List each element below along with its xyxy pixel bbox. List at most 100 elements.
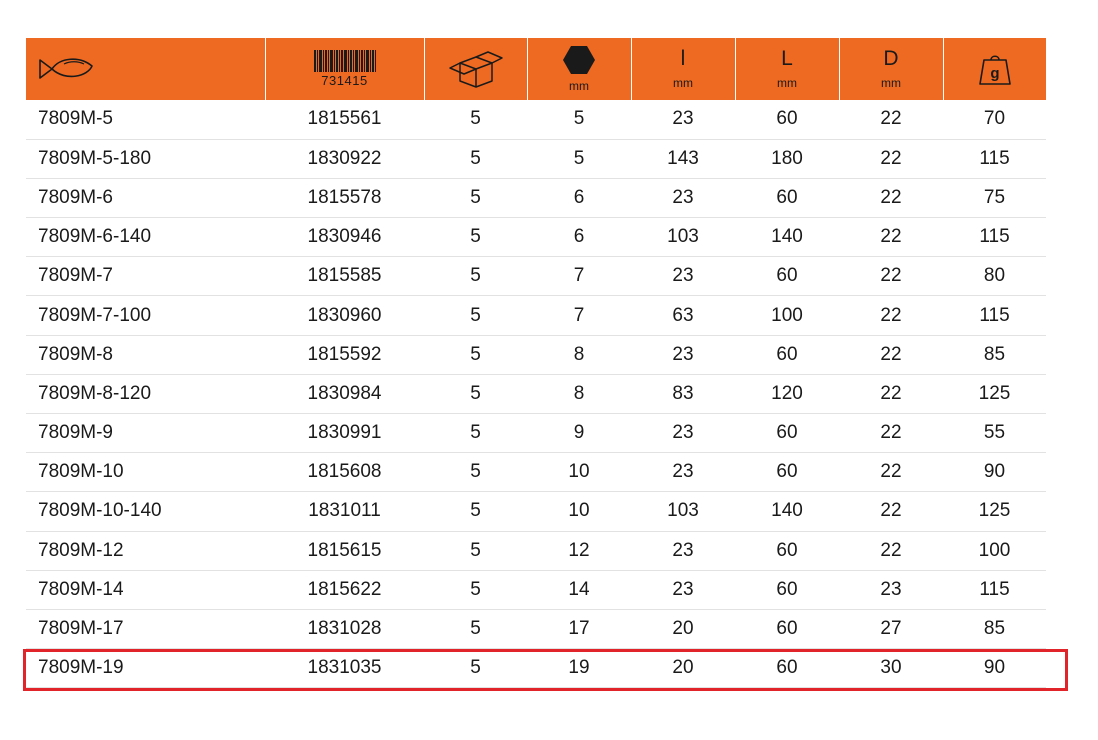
cell-pack-qty: 5 <box>424 413 527 454</box>
table-row[interactable]: 7809M-8-120 1830984 5 8 83 120 22 125 <box>26 374 1046 415</box>
cell-article-no: 7809M-5-180 <box>26 139 265 179</box>
fish-icon <box>39 58 93 79</box>
cell-hex-size: 10 <box>527 491 631 532</box>
cell-length-l: 143 <box>631 139 735 179</box>
table-row[interactable]: 7809M-5-180 1830922 5 5 143 180 22 115 <box>26 139 1046 179</box>
header-hex-size: mm <box>526 38 631 100</box>
unit-D: mm <box>881 76 901 90</box>
table-row[interactable]: 7809M-10 1815608 5 10 23 60 22 90 <box>26 452 1046 493</box>
cell-length-l: 83 <box>631 374 735 415</box>
cell-pack-qty: 5 <box>424 139 527 179</box>
cell-length-l: 23 <box>631 178 735 219</box>
cell-diameter-D: 22 <box>839 452 943 493</box>
cell-diameter-D: 30 <box>839 648 943 689</box>
cell-weight: 100 <box>943 531 1046 571</box>
cell-weight: 115 <box>943 217 1046 258</box>
cell-diameter-D: 27 <box>839 609 943 650</box>
cell-length-L: 60 <box>735 648 839 689</box>
cell-weight: 75 <box>943 178 1046 219</box>
header-ean: 731415 <box>264 38 424 100</box>
cell-diameter-D: 22 <box>839 139 943 179</box>
cell-pack-qty: 5 <box>424 335 527 375</box>
cell-weight: 125 <box>943 374 1046 415</box>
cell-length-L: 60 <box>735 178 839 219</box>
cell-article-no: 7809M-8-120 <box>26 374 265 415</box>
cell-pack-qty: 5 <box>424 491 527 532</box>
cell-hex-size: 5 <box>527 100 631 140</box>
cell-length-L: 60 <box>735 531 839 571</box>
cell-pack-qty: 5 <box>424 609 527 650</box>
cell-diameter-D: 22 <box>839 256 943 297</box>
cell-length-L: 120 <box>735 374 839 415</box>
cell-weight: 85 <box>943 335 1046 375</box>
weight-symbol: g <box>990 65 999 82</box>
barcode-code: 731415 <box>321 73 368 88</box>
cell-diameter-D: 22 <box>839 178 943 219</box>
cell-length-l: 103 <box>631 217 735 258</box>
cell-diameter-D: 22 <box>839 491 943 532</box>
table-row[interactable]: 7809M-17 1831028 5 17 20 60 27 85 <box>26 609 1046 650</box>
cell-ean-code: 1831028 <box>265 609 424 650</box>
header-weight: g <box>942 38 1046 100</box>
cell-weight: 85 <box>943 609 1046 650</box>
cell-weight: 115 <box>943 139 1046 179</box>
cell-length-l: 23 <box>631 570 735 610</box>
cell-ean-code: 1830946 <box>265 217 424 258</box>
cell-article-no: 7809M-7-100 <box>26 295 265 336</box>
cell-hex-size: 7 <box>527 295 631 336</box>
header-length-L: L mm <box>734 38 839 100</box>
cell-ean-code: 1815615 <box>265 531 424 571</box>
cell-article-no: 7809M-10 <box>26 452 265 493</box>
cell-weight: 115 <box>943 570 1046 610</box>
cell-weight: 115 <box>943 295 1046 336</box>
cell-article-no: 7809M-6-140 <box>26 217 265 258</box>
header-diameter-D: D mm <box>838 38 943 100</box>
cell-hex-size: 17 <box>527 609 631 650</box>
cell-article-no: 7809M-10-140 <box>26 491 265 532</box>
cell-hex-size: 8 <box>527 374 631 415</box>
cell-pack-qty: 5 <box>424 100 527 140</box>
table-body: 7809M-5 1815561 5 5 23 60 22 70 7809M-5-180 18309… <box>26 100 1046 689</box>
cell-length-L: 140 <box>735 491 839 532</box>
table-row[interactable]: 7809M-14 1815622 5 14 23 60 23 115 <box>26 570 1046 610</box>
cell-article-no: 7809M-12 <box>26 531 265 571</box>
cell-hex-size: 9 <box>527 413 631 454</box>
cell-diameter-D: 22 <box>839 531 943 571</box>
cell-pack-qty: 5 <box>424 570 527 610</box>
unit-L: mm <box>777 76 797 90</box>
table-row[interactable]: 7809M-10-140 1831011 5 10 103 140 22 125 <box>26 491 1046 532</box>
table-row[interactable]: 7809M-7 1815585 5 7 23 60 22 80 <box>26 256 1046 297</box>
cell-hex-size: 12 <box>527 531 631 571</box>
cell-diameter-D: 23 <box>839 570 943 610</box>
cell-hex-size: 8 <box>527 335 631 375</box>
cell-length-L: 60 <box>735 256 839 297</box>
cell-pack-qty: 5 <box>424 531 527 571</box>
cell-length-l: 23 <box>631 452 735 493</box>
cell-diameter-D: 22 <box>839 374 943 415</box>
cell-ean-code: 1830960 <box>265 295 424 336</box>
header-length-l: l mm <box>630 38 735 100</box>
table-row-highlighted[interactable]: 7809M-19 1831035 5 19 20 60 30 90 <box>26 648 1046 689</box>
table-row[interactable]: 7809M-12 1815615 5 12 23 60 22 100 <box>26 531 1046 571</box>
cell-pack-qty: 5 <box>424 217 527 258</box>
symbol-D: D <box>883 47 899 70</box>
table-row[interactable]: 7809M-8 1815592 5 8 23 60 22 85 <box>26 335 1046 375</box>
cell-pack-qty: 5 <box>424 178 527 219</box>
cell-length-l: 63 <box>631 295 735 336</box>
cell-diameter-D: 22 <box>839 335 943 375</box>
table-row[interactable]: 7809M-6 1815578 5 6 23 60 22 75 <box>26 178 1046 219</box>
symbol-L: L <box>781 47 793 70</box>
table-row[interactable]: 7809M-5 1815561 5 5 23 60 22 70 <box>26 100 1046 140</box>
cell-length-l: 23 <box>631 335 735 375</box>
table-row[interactable]: 7809M-6-140 1830946 5 6 103 140 22 115 <box>26 217 1046 258</box>
cell-hex-size: 10 <box>527 452 631 493</box>
table-row[interactable]: 7809M-7-100 1830960 5 7 63 100 22 115 <box>26 295 1046 336</box>
cell-diameter-D: 22 <box>839 100 943 140</box>
cell-length-l: 23 <box>631 256 735 297</box>
cell-length-L: 100 <box>735 295 839 336</box>
hexagon-icon <box>563 46 595 74</box>
cell-ean-code: 1815622 <box>265 570 424 610</box>
cell-length-l: 23 <box>631 100 735 140</box>
table-row[interactable]: 7809M-9 1830991 5 9 23 60 22 55 <box>26 413 1046 454</box>
cell-hex-size: 6 <box>527 217 631 258</box>
